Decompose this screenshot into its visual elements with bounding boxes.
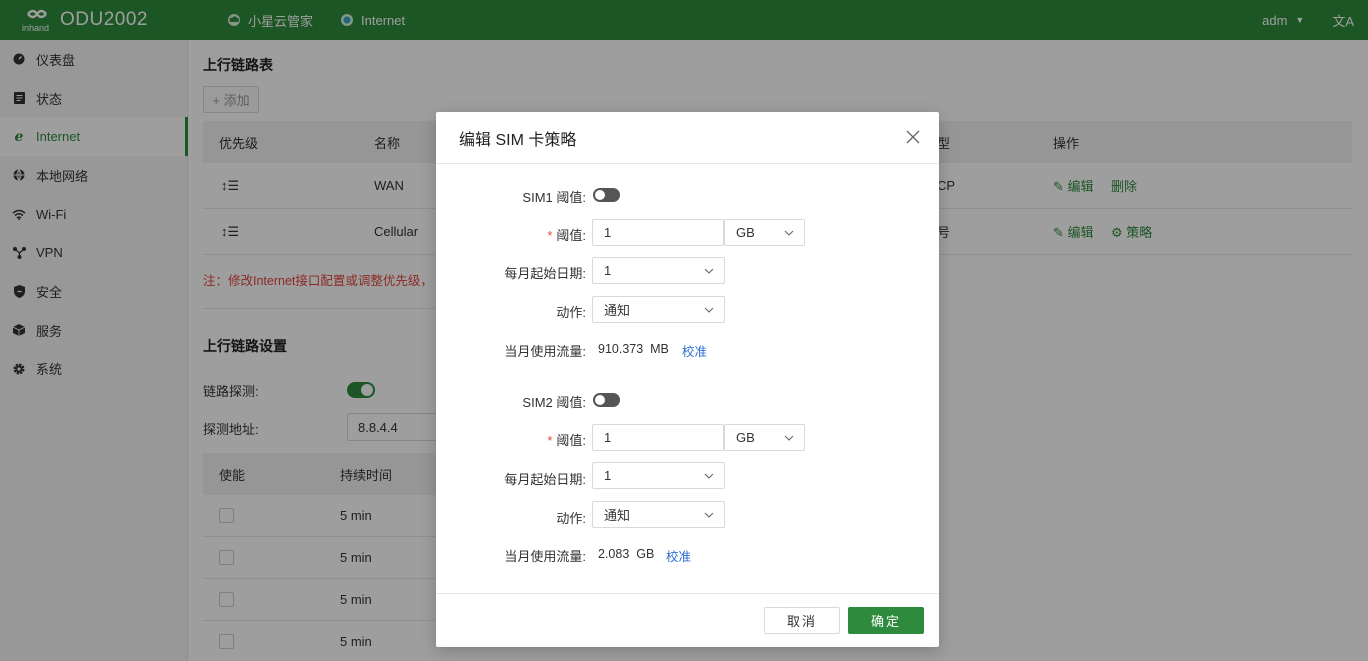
- chevron-down-icon: [704, 268, 714, 274]
- sim2-threshold-toggle-label: SIM2 阈值:: [522, 395, 586, 410]
- sim1-action-label: 动作:: [556, 305, 586, 320]
- chevron-down-icon: [784, 435, 794, 441]
- sim2-usage-label: 当月使用流量:: [504, 549, 586, 564]
- sim2-action-label: 动作:: [556, 511, 586, 526]
- sim-policy-dialog: 编辑 SIM 卡策略 SIM1 阈值: * 阈值: 1 GB 每月起始日期: 1 …: [436, 112, 939, 647]
- sim2-start-date-value: 1: [604, 468, 612, 483]
- dialog-footer: 取消 确定: [436, 593, 939, 647]
- chevron-down-icon: [704, 512, 714, 518]
- sim1-unit-select[interactable]: GB: [724, 219, 805, 246]
- sim2-unit-select[interactable]: GB: [724, 424, 805, 451]
- chevron-down-icon: [784, 230, 794, 236]
- confirm-button[interactable]: 确定: [848, 607, 924, 634]
- sim2-threshold-toggle[interactable]: [593, 393, 620, 407]
- sim2-threshold-label: * 阈值:: [547, 433, 586, 448]
- chevron-down-icon: [704, 307, 714, 313]
- sim2-action-select[interactable]: 通知: [592, 501, 725, 528]
- sim2-start-date-select[interactable]: 1: [592, 462, 725, 489]
- sim2-calibrate-link[interactable]: 校准: [666, 546, 691, 565]
- dialog-header: 编辑 SIM 卡策略: [436, 112, 939, 164]
- sim1-start-date-select[interactable]: 1: [592, 257, 725, 284]
- sim2-action-value: 通知: [604, 508, 631, 523]
- cancel-button[interactable]: 取消: [764, 607, 840, 634]
- dialog-title: 编辑 SIM 卡策略: [459, 131, 577, 149]
- sim1-action-select[interactable]: 通知: [592, 296, 725, 323]
- sim1-usage-value: 910.373 MB: [598, 342, 669, 356]
- chevron-down-icon: [704, 473, 714, 479]
- sim1-action-value: 通知: [604, 303, 631, 318]
- sim2-start-date-label: 每月起始日期:: [504, 472, 586, 487]
- sim1-usage-label: 当月使用流量:: [504, 344, 586, 359]
- sim1-start-date-value: 1: [604, 263, 612, 278]
- sim1-start-date-label: 每月起始日期:: [504, 266, 586, 281]
- sim1-threshold-toggle-label: SIM1 阈值:: [522, 190, 586, 205]
- sim2-threshold-input[interactable]: 1: [592, 424, 724, 451]
- sim2-usage-value: 2.083 GB: [598, 547, 655, 561]
- sim1-threshold-toggle[interactable]: [593, 188, 620, 202]
- sim2-unit-value: GB: [736, 430, 755, 445]
- sim1-calibrate-link[interactable]: 校准: [682, 341, 707, 360]
- sim1-threshold-label: * 阈值:: [547, 228, 586, 243]
- sim1-unit-value: GB: [736, 225, 755, 240]
- sim1-threshold-input[interactable]: 1: [592, 219, 724, 246]
- close-icon[interactable]: [905, 129, 921, 145]
